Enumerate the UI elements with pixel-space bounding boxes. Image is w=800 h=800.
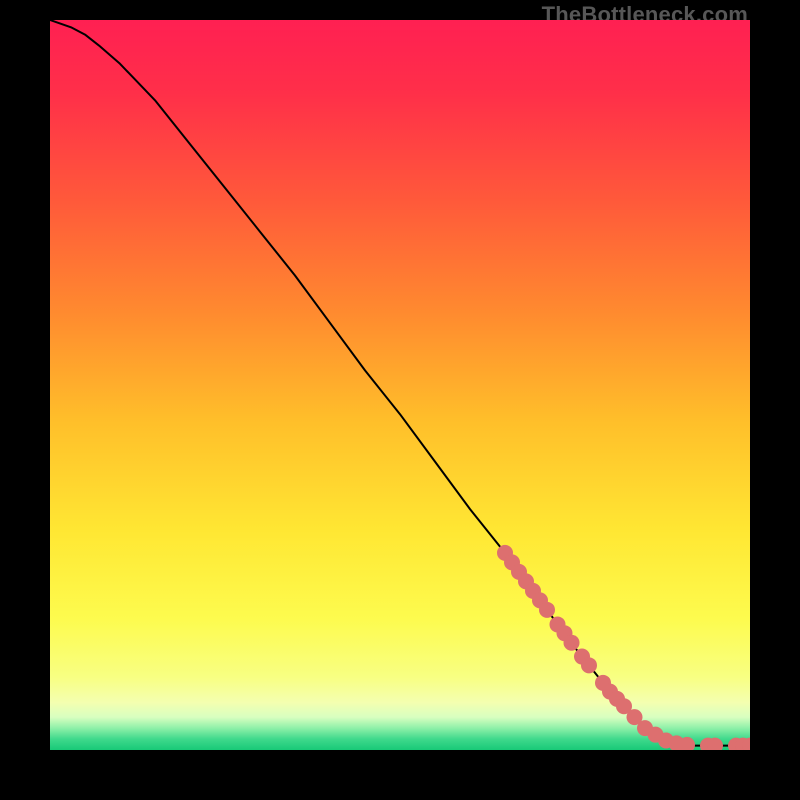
- gradient-background: [50, 20, 750, 750]
- scatter-point: [581, 657, 597, 673]
- chart-frame: TheBottleneck.com: [0, 0, 800, 800]
- scatter-point: [564, 635, 580, 651]
- chart-plot: [50, 20, 750, 750]
- scatter-point: [539, 602, 555, 618]
